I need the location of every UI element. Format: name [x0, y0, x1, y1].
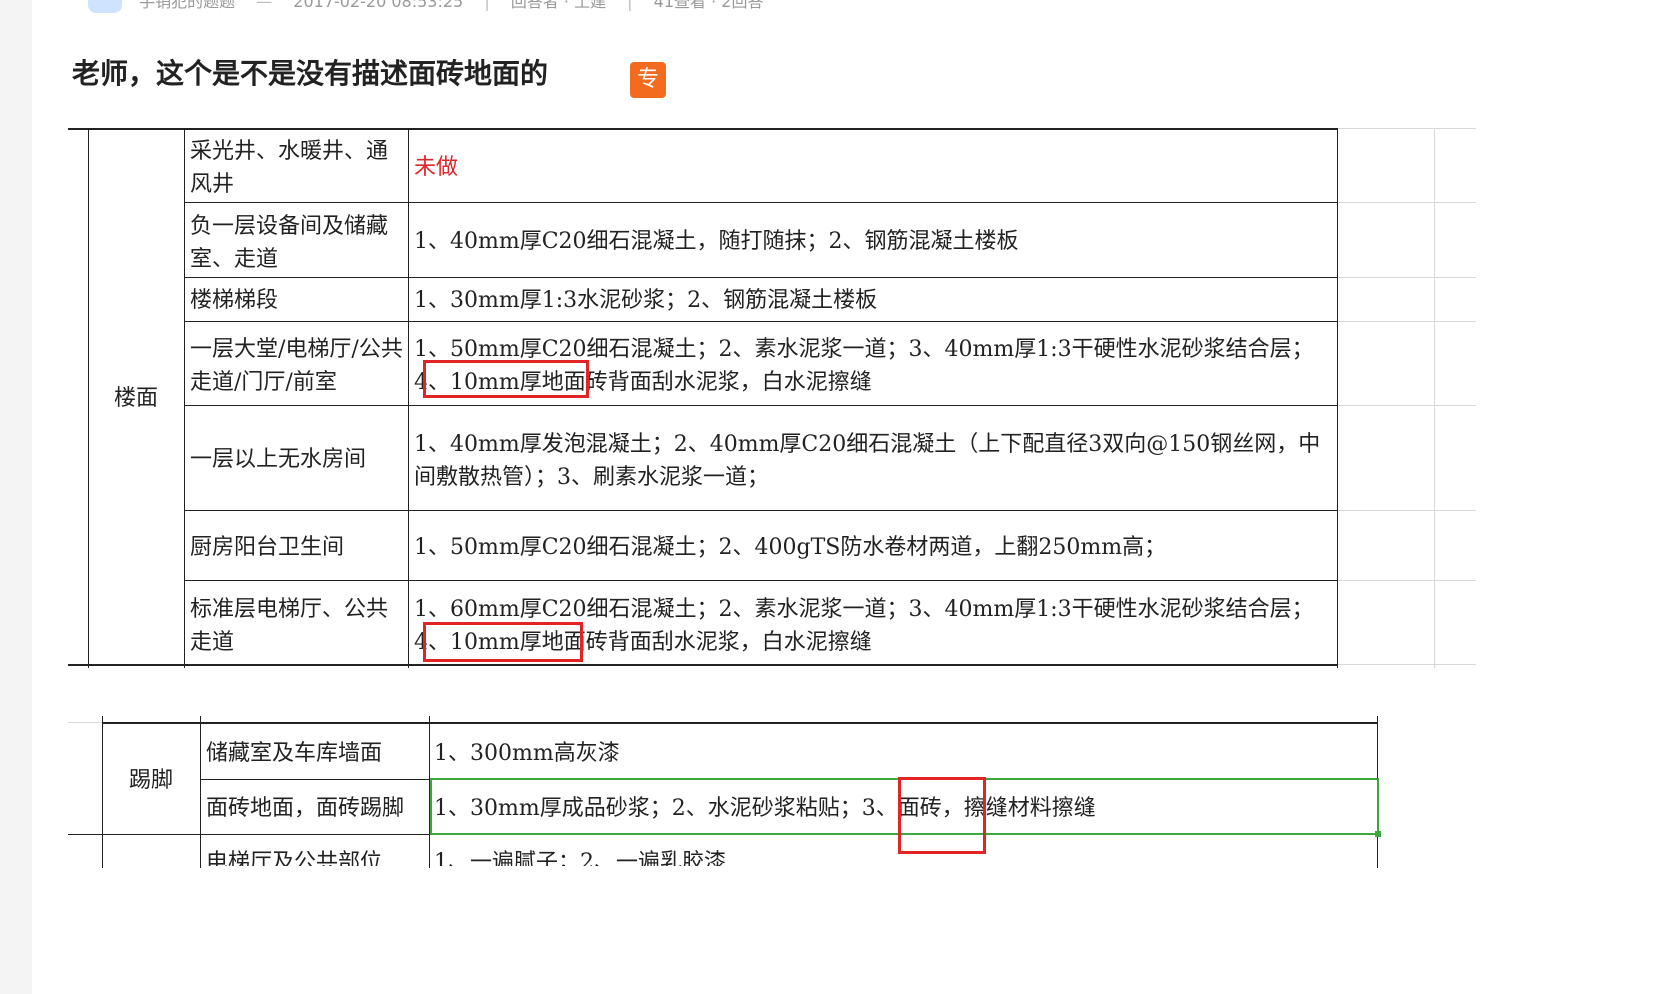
floor-row-desc: 1、40mm厚C20细石混凝土，随打随抹；2、钢筋混凝土楼板	[414, 229, 1019, 254]
annotation-box	[898, 777, 986, 854]
avatar[interactable]	[88, 0, 122, 13]
group-label-skirting: 踢脚	[128, 768, 173, 793]
floor-row-name: 一层以上无水房间	[190, 447, 367, 472]
post-meta: 手销犯的题题 — 2017-02-20 08:53:25 | 回答者 · 土建 …	[88, 0, 764, 13]
skirting-row-name: 面砖地面，面砖踢脚	[206, 796, 405, 821]
skirting-row-name: 储藏室及车库墙面	[206, 741, 383, 766]
floor-row-name: 楼梯梯段	[190, 288, 279, 313]
annotation-box	[423, 360, 589, 398]
floor-row-name: 一层大堂/电梯厅/公共走道/门厅/前室	[190, 337, 403, 395]
floor-row-name: 厨房阳台卫生间	[190, 535, 345, 560]
floor-row-desc: 1、40mm厚发泡混凝土；2、40mm厚C20细石混凝土（上下配直径3双向@15…	[414, 432, 1321, 490]
annotation-box	[423, 622, 583, 662]
floor-row-desc: 未做	[414, 155, 459, 180]
floor-row-name: 负一层设备间及储藏室、走道	[190, 214, 389, 272]
fill-handle[interactable]	[1375, 831, 1381, 837]
post-author[interactable]: 手销犯的题题	[139, 0, 235, 11]
post-category[interactable]: 回答者 · 土建	[511, 0, 606, 11]
floor-row-desc: 1、50mm厚C20细石混凝土；2、400gTS防水卷材两道，上翻250mm高；	[414, 535, 1167, 560]
group-label-floor: 楼面	[113, 386, 158, 411]
post-time: 2017-02-20 08:53:25	[293, 0, 464, 11]
floor-row-desc: 1、30mm厚1:3水泥砂浆；2、钢筋混凝土楼板	[414, 288, 878, 313]
post-title: 老师，这个是不是没有描述面砖地面的	[72, 57, 549, 90]
floor-row-name: 采光井、水暖井、通风井	[190, 139, 389, 197]
expert-badge: 专	[630, 62, 666, 98]
post-stats: 41查看 · 2回答	[653, 0, 764, 11]
floor-row-name: 标准层电梯厅、公共走道	[190, 597, 389, 655]
skirting-row-desc: 1、300mm高灰漆	[434, 741, 620, 766]
skirting-row-name: 电梯厅及公共部位	[206, 850, 383, 866]
